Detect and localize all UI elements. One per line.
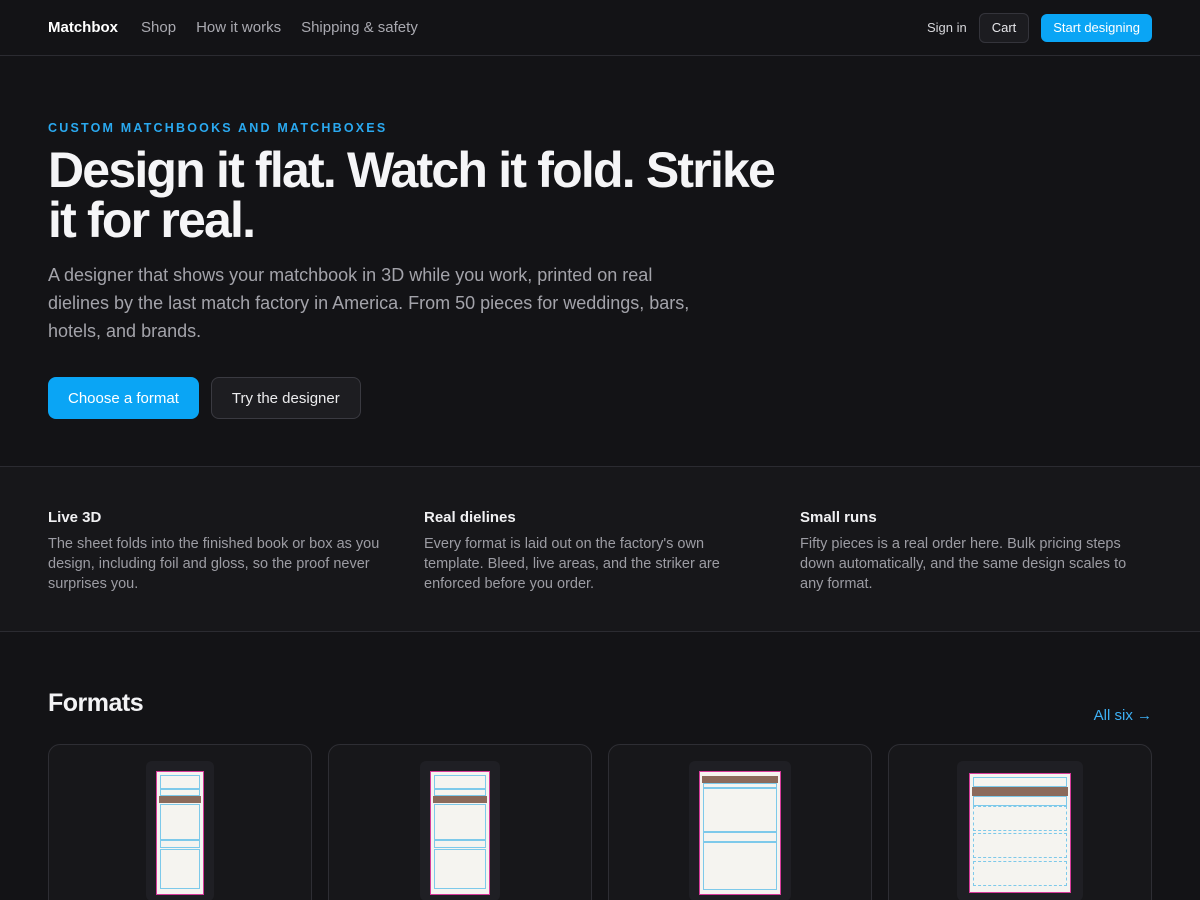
brand-logo[interactable]: Matchbox [48, 19, 118, 36]
dieline-preview [957, 761, 1083, 900]
feature-body: The sheet folds into the finished book o… [48, 536, 380, 592]
live-area [160, 789, 200, 796]
live-area [703, 842, 777, 890]
features-section: Live 3D The sheet folds into the finishe… [0, 467, 1200, 632]
striker-strip [702, 776, 778, 783]
nav-link-how-it-works[interactable]: How it works [196, 19, 281, 36]
live-area [973, 796, 1067, 806]
live-area [434, 775, 486, 789]
live-area [434, 849, 486, 889]
formats-header: Formats All six → [48, 688, 1152, 724]
live-area [160, 849, 200, 889]
hero-eyebrow: CUSTOM MATCHBOOKS AND MATCHBOXES [48, 121, 388, 135]
feature-title: Live 3D [48, 509, 102, 526]
try-designer-button[interactable]: Try the designer [210, 377, 361, 419]
live-area [973, 861, 1067, 886]
dieline-preview [689, 761, 791, 900]
live-area [434, 789, 486, 796]
striker-strip [159, 796, 201, 803]
format-card[interactable] [888, 744, 1152, 900]
striker-strip [972, 787, 1068, 796]
format-card[interactable] [48, 744, 312, 900]
cart-button[interactable]: Cart [978, 12, 1030, 43]
format-card[interactable] [608, 744, 872, 900]
live-area [703, 788, 777, 832]
hero-headline: Design it flat. Watch it fold. Strike it… [48, 142, 776, 248]
dieline-sheet [430, 771, 490, 895]
live-area [973, 806, 1067, 831]
hero-description: A designer that shows your matchbook in … [48, 265, 690, 341]
start-designing-button[interactable]: Start designing [1041, 13, 1152, 42]
live-area [434, 804, 486, 840]
feature-body: Fifty pieces is a real order here. Bulk … [800, 536, 1127, 592]
live-area [703, 832, 777, 842]
formats-section: Formats All six → [0, 632, 1200, 900]
feature-title: Small runs [800, 509, 877, 526]
dieline-sheet [156, 771, 204, 895]
live-area [160, 804, 200, 840]
striker-strip [433, 796, 487, 803]
live-area [160, 775, 200, 789]
feature-real-dielines: Real dielines Every format is laid out o… [424, 509, 764, 631]
format-card[interactable] [328, 744, 592, 900]
live-area [434, 840, 486, 848]
nav-links: Shop How it works Shipping & safety [141, 19, 418, 36]
live-area [973, 833, 1067, 858]
dieline-preview [420, 761, 500, 900]
feature-body: Every format is laid out on the factory'… [424, 536, 720, 592]
formats-title: Formats [48, 689, 144, 717]
dieline-preview [146, 761, 214, 900]
live-area [973, 777, 1067, 787]
nav-link-shipping-safety[interactable]: Shipping & safety [301, 19, 418, 36]
feature-live-3d: Live 3D The sheet folds into the finishe… [48, 509, 388, 631]
all-formats-link[interactable]: All six → [1094, 707, 1152, 724]
live-area [160, 840, 200, 848]
feature-small-runs: Small runs Fifty pieces is a real order … [800, 509, 1140, 631]
hero-cta-row: Choose a format Try the designer [48, 377, 1152, 419]
nav-actions: Sign in Cart Start designing [927, 12, 1152, 43]
choose-format-button[interactable]: Choose a format [48, 377, 199, 419]
sign-in-link[interactable]: Sign in [927, 20, 967, 35]
feature-title: Real dielines [424, 509, 516, 526]
dieline-sheet [699, 771, 781, 895]
nav-link-shop[interactable]: Shop [141, 19, 176, 36]
hero-section: CUSTOM MATCHBOOKS AND MATCHBOXES Design … [0, 56, 1200, 467]
top-nav: Matchbox Shop How it works Shipping & sa… [0, 0, 1200, 56]
format-cards [48, 744, 1152, 900]
dieline-sheet [969, 773, 1071, 893]
